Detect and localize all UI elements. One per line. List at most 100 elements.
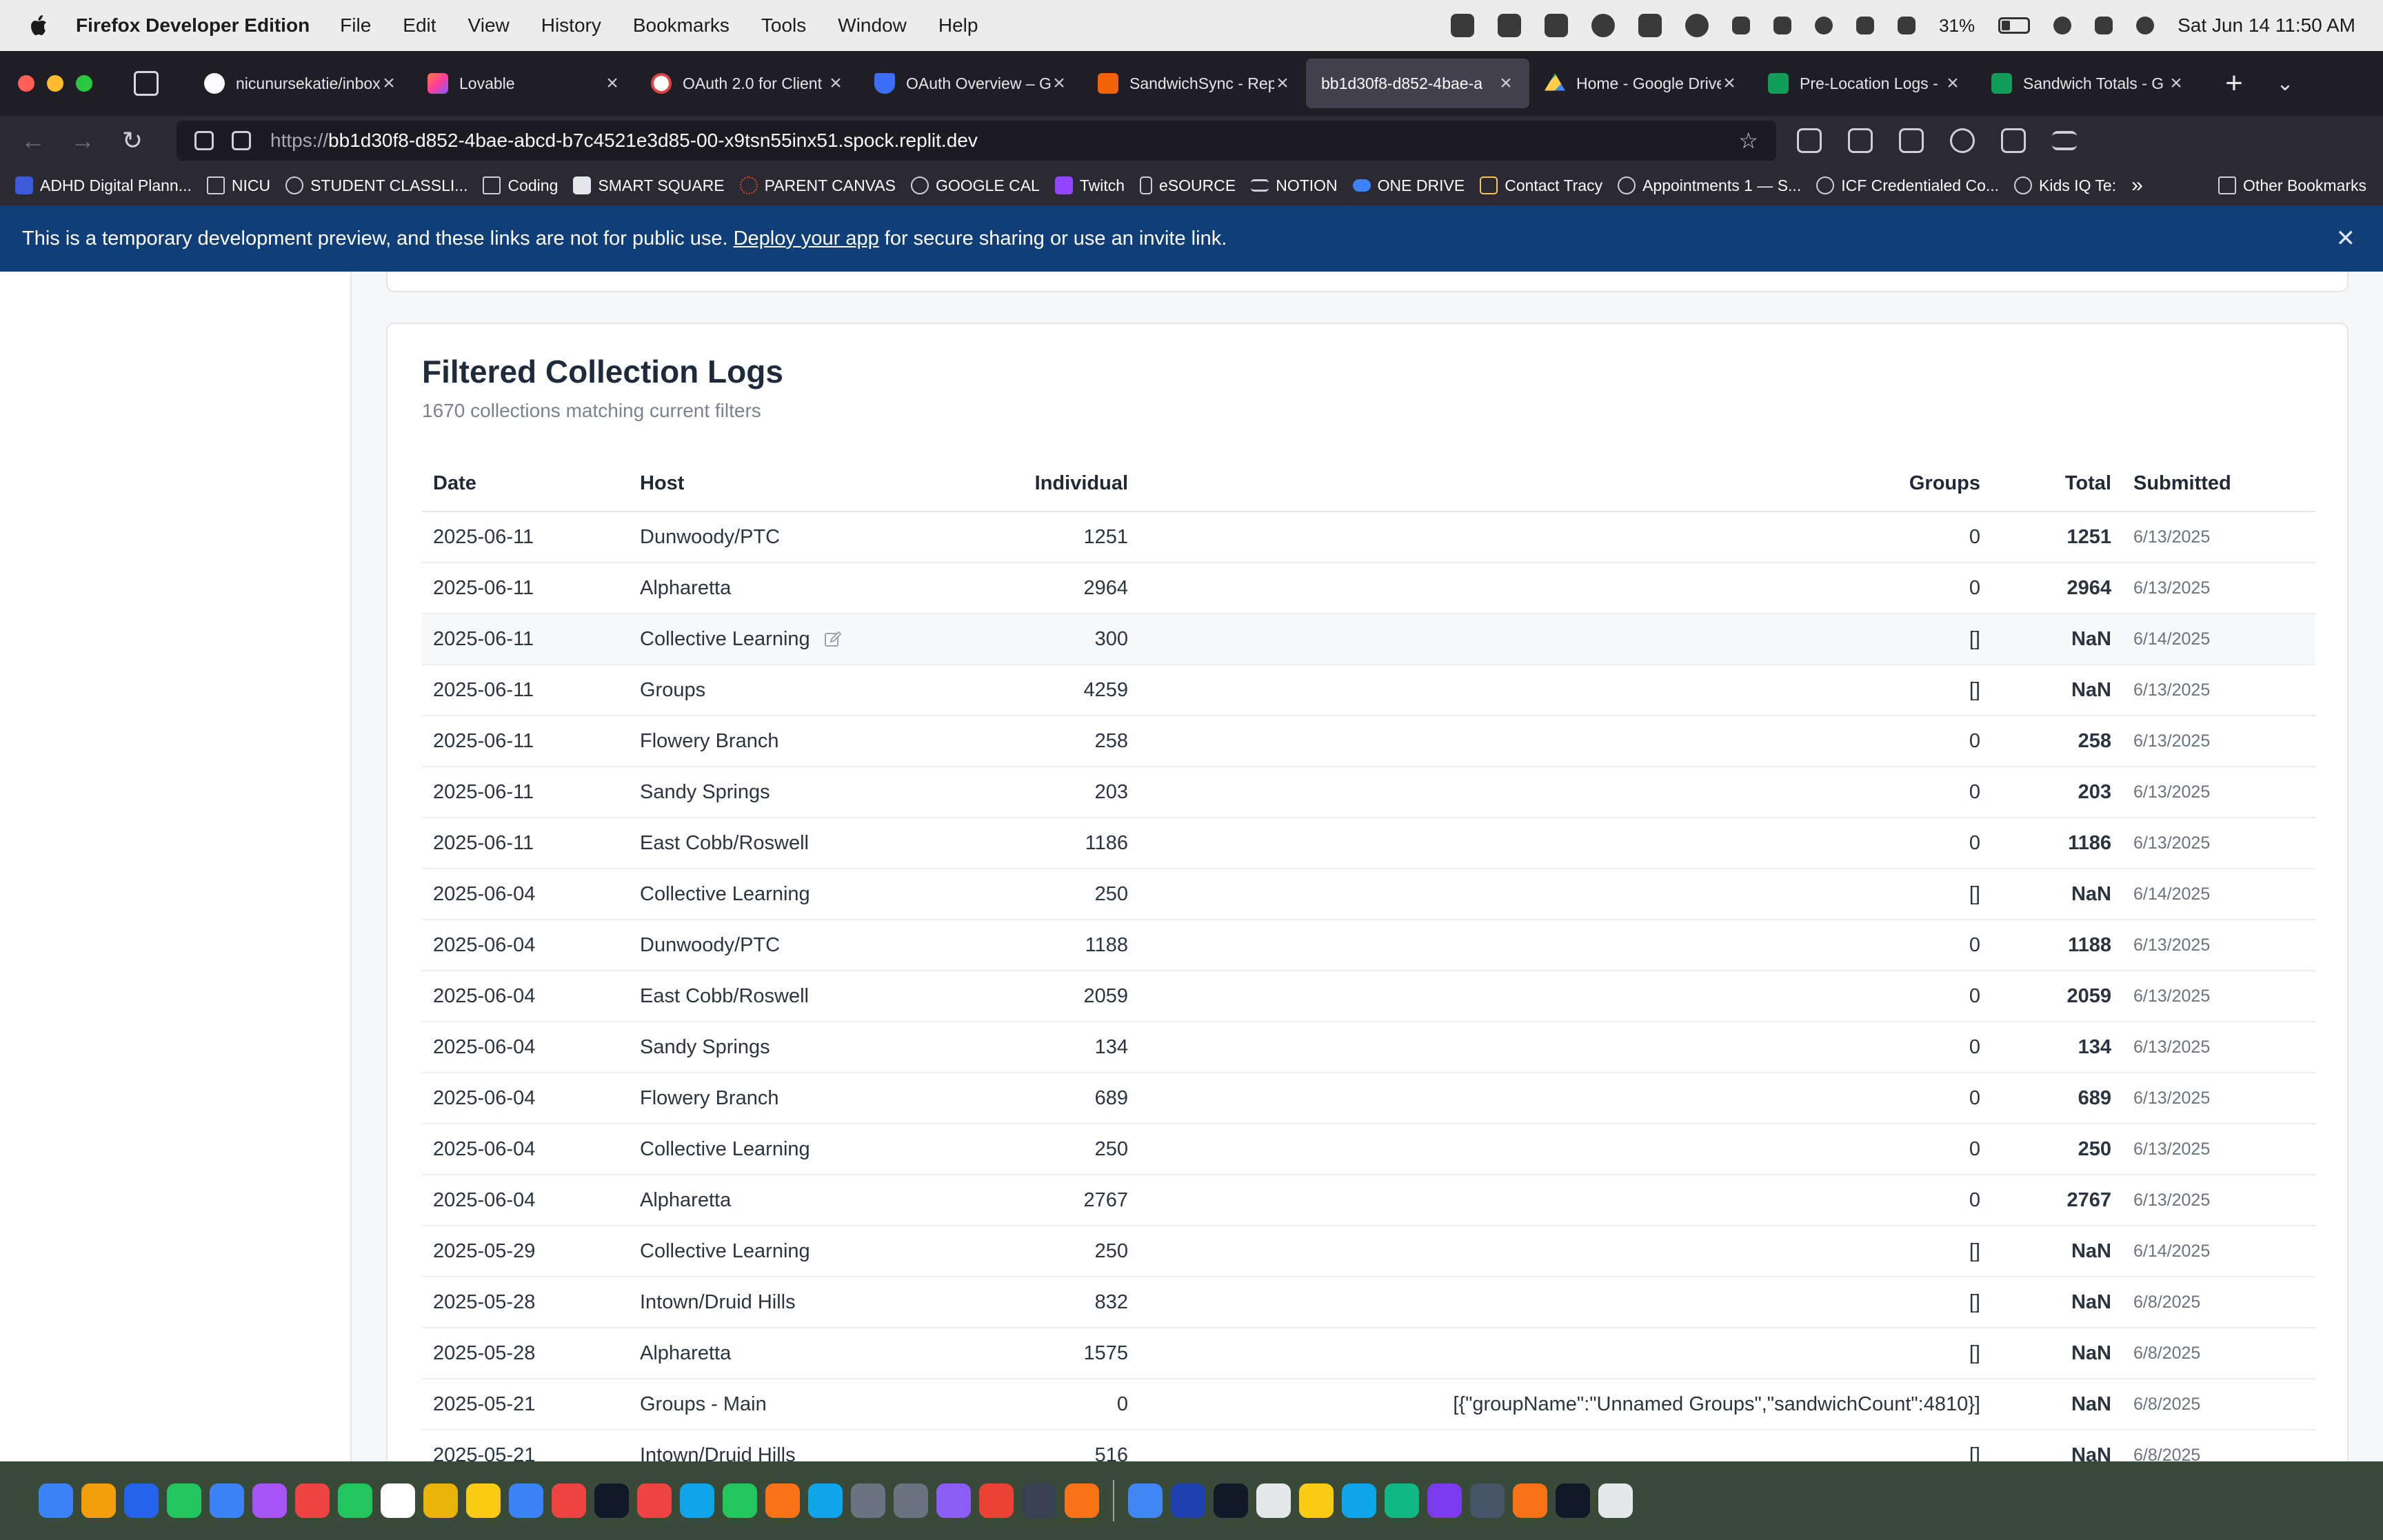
tab-pre-location-logs[interactable]: Pre-Location Logs - × (1753, 59, 1976, 108)
firefox-view-icon[interactable] (134, 71, 159, 96)
menu-tools[interactable]: Tools (761, 14, 806, 37)
menu-help[interactable]: Help (938, 14, 978, 37)
tab-oauth-overview[interactable]: OAuth Overview – G × (859, 59, 1083, 108)
hamburger-menu-icon[interactable] (2052, 131, 2077, 150)
table-row[interactable]: 2025-06-04 Collective Learning 250 0 250 6/13… (422, 1124, 2315, 1175)
menu-bookmarks[interactable]: Bookmarks (633, 14, 730, 37)
table-row[interactable]: 2025-06-11 Flowery Branch 258 0 258 6/13/2025 (422, 716, 2315, 767)
table-row[interactable]: 2025-05-28 Intown/Druid Hills 832[] NaN 6/8/… (422, 1277, 2315, 1328)
back-arrow-icon[interactable]: ← (17, 124, 50, 157)
close-icon[interactable]: × (1051, 72, 1067, 95)
dock-app-icon[interactable] (1342, 1483, 1376, 1518)
zoom-window-button[interactable] (76, 75, 92, 92)
dock-app-icon[interactable] (723, 1483, 757, 1518)
dock-app-icon[interactable] (808, 1483, 843, 1518)
dock-app-icon[interactable] (1214, 1483, 1248, 1518)
dock-app-icon[interactable] (936, 1483, 971, 1518)
table-row[interactable]: 2025-06-04 Collective Learning 250[] NaN 6/1… (422, 869, 2315, 920)
dock-app-icon[interactable] (1470, 1483, 1505, 1518)
table-row[interactable]: 2025-06-11 East Cobb/Roswell 1186 0 1186 6/13… (422, 818, 2315, 869)
dock-app-icon[interactable] (210, 1483, 244, 1518)
bookmark-item[interactable]: ONE DRIVE (1352, 176, 1465, 195)
tab-github[interactable]: nicunursekatie/inbox × (189, 59, 412, 108)
menu-edit[interactable]: Edit (403, 14, 436, 37)
table-row[interactable]: 2025-05-29 Collective Learning 250[] NaN 6/1… (422, 1226, 2315, 1277)
dock-app-icon[interactable] (1556, 1483, 1590, 1518)
bookmark-item[interactable]: STUDENT CLASSLI... (285, 176, 467, 195)
table-row[interactable]: 2025-05-21 Intown/Druid Hills 516[] NaN 6/8/… (422, 1430, 2315, 1461)
m-app-icon[interactable] (1545, 14, 1569, 37)
bookmark-item[interactable]: Kids IQ Te: (2014, 176, 2116, 195)
tab-lovable[interactable]: Lovable × (412, 59, 636, 108)
dock-app-icon[interactable] (765, 1483, 800, 1518)
table-row[interactable]: 2025-06-11 Dunwoody/PTC 1251 0 1251 6/13/2025 (422, 511, 2315, 563)
close-icon[interactable]: × (2168, 72, 2184, 95)
table-row[interactable]: 2025-06-04 Sandy Springs 134 0 134 6/13/2025 (422, 1022, 2315, 1073)
dock-app-icon[interactable] (637, 1483, 672, 1518)
bookmark-item[interactable]: Twitch (1054, 176, 1125, 195)
cloud-icon[interactable] (1451, 14, 1475, 37)
more-bookmarks-chevron-icon[interactable]: » (2131, 174, 2143, 197)
table-row[interactable]: 2025-06-11 Sandy Springs 203 0 203 6/13/2025 (422, 767, 2315, 818)
deploy-app-link[interactable]: Deploy your app (734, 227, 879, 250)
bookmark-item[interactable]: NOTION (1251, 176, 1338, 195)
bookmark-folder[interactable]: Coding (483, 176, 558, 195)
airpods-icon[interactable] (1773, 17, 1792, 34)
dock-app-icon[interactable] (1256, 1483, 1291, 1518)
dock-app-icon[interactable] (1427, 1483, 1462, 1518)
dock-app-icon[interactable] (338, 1483, 372, 1518)
bookmark-star-icon[interactable]: ☆ (1738, 128, 1758, 154)
header-submitted[interactable]: Submitted (2122, 456, 2315, 512)
bookmark-item[interactable]: Contact Tracy (1480, 176, 1602, 195)
bookmark-item[interactable]: ICF Credentialed Co... (1816, 176, 1999, 195)
dock-app-icon[interactable] (1299, 1483, 1334, 1518)
close-icon[interactable]: × (827, 72, 844, 95)
dock-app-icon[interactable] (295, 1483, 330, 1518)
siri-icon[interactable] (2136, 17, 2155, 34)
bookmark-item[interactable]: Appointments 1 — S... (1618, 176, 1801, 195)
wifi-icon[interactable] (1898, 17, 1916, 34)
dock-app-icon[interactable] (252, 1483, 287, 1518)
dock-app-icon[interactable] (894, 1483, 928, 1518)
menu-window[interactable]: Window (838, 14, 907, 37)
downloads-icon[interactable] (1848, 128, 1873, 153)
close-icon[interactable]: ✕ (2336, 225, 2356, 252)
dev-tools-wrench-icon[interactable] (1899, 128, 1924, 153)
edit-pencil-icon[interactable] (824, 631, 842, 649)
dock-app-icon[interactable] (1128, 1483, 1163, 1518)
tracking-protection-shield-icon[interactable] (194, 131, 214, 150)
table-row[interactable]: 2025-06-11 Groups 4259[] NaN 6/13/2025 (422, 665, 2315, 716)
dock-app-icon[interactable] (1171, 1483, 1205, 1518)
account-icon[interactable] (1950, 128, 1975, 153)
dock-app-icon[interactable] (423, 1483, 458, 1518)
dock-app-icon[interactable] (552, 1483, 586, 1518)
menu-view[interactable]: View (468, 14, 510, 37)
close-icon[interactable]: × (1274, 72, 1291, 95)
close-icon[interactable]: × (1498, 72, 1514, 95)
bluetooth-icon[interactable] (1856, 17, 1875, 34)
spotlight-search-icon[interactable] (2053, 17, 2072, 34)
other-bookmarks-folder[interactable]: Other Bookmarks (2218, 176, 2366, 195)
forward-arrow-icon[interactable]: → (66, 124, 99, 157)
dock-app-icon[interactable] (1598, 1483, 1633, 1518)
bookmark-item[interactable]: eSOURCE (1140, 176, 1236, 195)
battery-icon[interactable] (1998, 17, 2031, 34)
table-row[interactable]: 2025-06-04 Flowery Branch 689 0 689 6/13/2025 (422, 1073, 2315, 1124)
site-lock-icon[interactable] (232, 131, 251, 150)
table-row[interactable]: 2025-06-11 Collective Learning 300[] NaN 6/1… (422, 614, 2315, 665)
dock-app-icon[interactable] (124, 1483, 159, 1518)
menu-clock[interactable]: Sat Jun 14 11:50 AM (2178, 14, 2355, 37)
app-status-icon[interactable] (1498, 14, 1522, 37)
header-total[interactable]: Total (1991, 456, 2122, 512)
bookmark-item[interactable]: GOOGLE CAL (911, 176, 1040, 195)
header-date[interactable]: Date (422, 456, 629, 512)
menu-file[interactable]: File (340, 14, 371, 37)
dock-app-icon[interactable] (1513, 1483, 1547, 1518)
dock-app-icon[interactable] (594, 1483, 629, 1518)
apple-menu-icon[interactable] (28, 14, 48, 37)
address-bar[interactable]: https://bb1d30f8-d852-4bae-abcd-b7c4521e… (177, 121, 1776, 161)
close-icon[interactable]: × (1721, 72, 1738, 95)
bookmark-item[interactable]: ADHD Digital Plann... (15, 176, 192, 195)
close-icon[interactable]: × (1944, 72, 1961, 95)
bookmark-folder[interactable]: NICU (206, 176, 270, 195)
